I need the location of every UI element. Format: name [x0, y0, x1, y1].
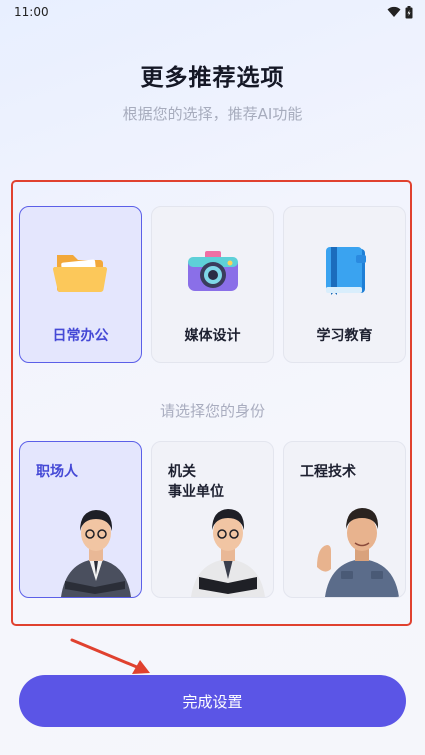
arrow-annotation-icon	[70, 638, 150, 674]
engineer-avatar	[317, 508, 399, 597]
category-label: 日常办公	[52, 328, 109, 344]
battery-icon	[405, 5, 413, 18]
page-subtitle: 根据您的选择，推荐AI功能	[122, 105, 303, 123]
identity-hint: 请选择您的身份	[159, 402, 265, 420]
page-title: 更多推荐选项	[140, 65, 285, 91]
office-worker-avatar	[61, 510, 131, 597]
category-card-media[interactable]: 媒体设计	[151, 206, 274, 363]
status-bar: 11:00	[0, 0, 425, 24]
role-card-office-worker[interactable]: 职场人	[19, 441, 142, 598]
role-card-government[interactable]: 机关 事业单位	[151, 441, 274, 598]
category-card-office[interactable]: 日常办公	[19, 206, 142, 363]
status-time: 11:00	[14, 5, 49, 19]
notebook-icon	[326, 247, 366, 295]
role-card-engineer[interactable]: 工程技术	[283, 441, 406, 598]
role-label: 工程技术	[300, 464, 356, 480]
wifi-icon	[387, 6, 401, 17]
category-card-education[interactable]: 学习教育	[283, 206, 406, 363]
role-label-line1: 机关	[168, 464, 196, 480]
government-worker-avatar	[191, 509, 265, 597]
category-label: 媒体设计	[184, 328, 241, 344]
status-icons	[387, 5, 413, 19]
role-label: 职场人	[36, 464, 78, 480]
category-label: 学习教育	[316, 328, 373, 344]
camera-icon	[188, 251, 238, 291]
role-label: 机关 事业单位	[168, 462, 268, 502]
folder-icon	[52, 255, 108, 293]
finish-setup-button[interactable]: 完成设置	[19, 675, 406, 727]
